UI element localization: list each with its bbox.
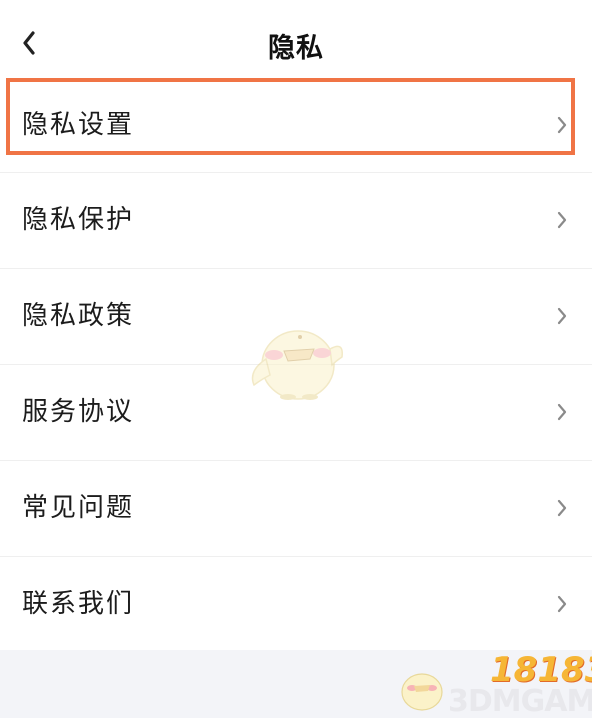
chevron-right-icon (557, 595, 567, 613)
menu-item-label: 服务协议 (22, 397, 135, 427)
page-title: 隐私 (268, 33, 324, 64)
menu-item-label: 隐私保护 (22, 205, 135, 235)
menu-item-privacy-settings[interactable]: 隐私设置 (0, 78, 592, 173)
chevron-right-icon (557, 211, 567, 229)
mascot-watermark-icon (251, 330, 343, 400)
chevron-right-icon (557, 116, 567, 134)
watermark-logo: 18183 (490, 650, 592, 690)
menu-item-label: 联系我们 (22, 589, 135, 619)
menu-item-contact-us[interactable]: 联系我们 (0, 557, 592, 652)
chevron-right-icon (557, 307, 567, 325)
menu-item-label: 隐私设置 (22, 110, 135, 140)
menu-item-label: 常见问题 (22, 493, 135, 523)
header-bar: 隐私 (0, 0, 592, 80)
menu-item-privacy-protection[interactable]: 隐私保护 (0, 173, 592, 269)
menu-item-faq[interactable]: 常见问题 (0, 461, 592, 557)
menu-item-label: 隐私政策 (22, 301, 135, 331)
chevron-right-icon (557, 403, 567, 421)
chevron-right-icon (557, 499, 567, 517)
